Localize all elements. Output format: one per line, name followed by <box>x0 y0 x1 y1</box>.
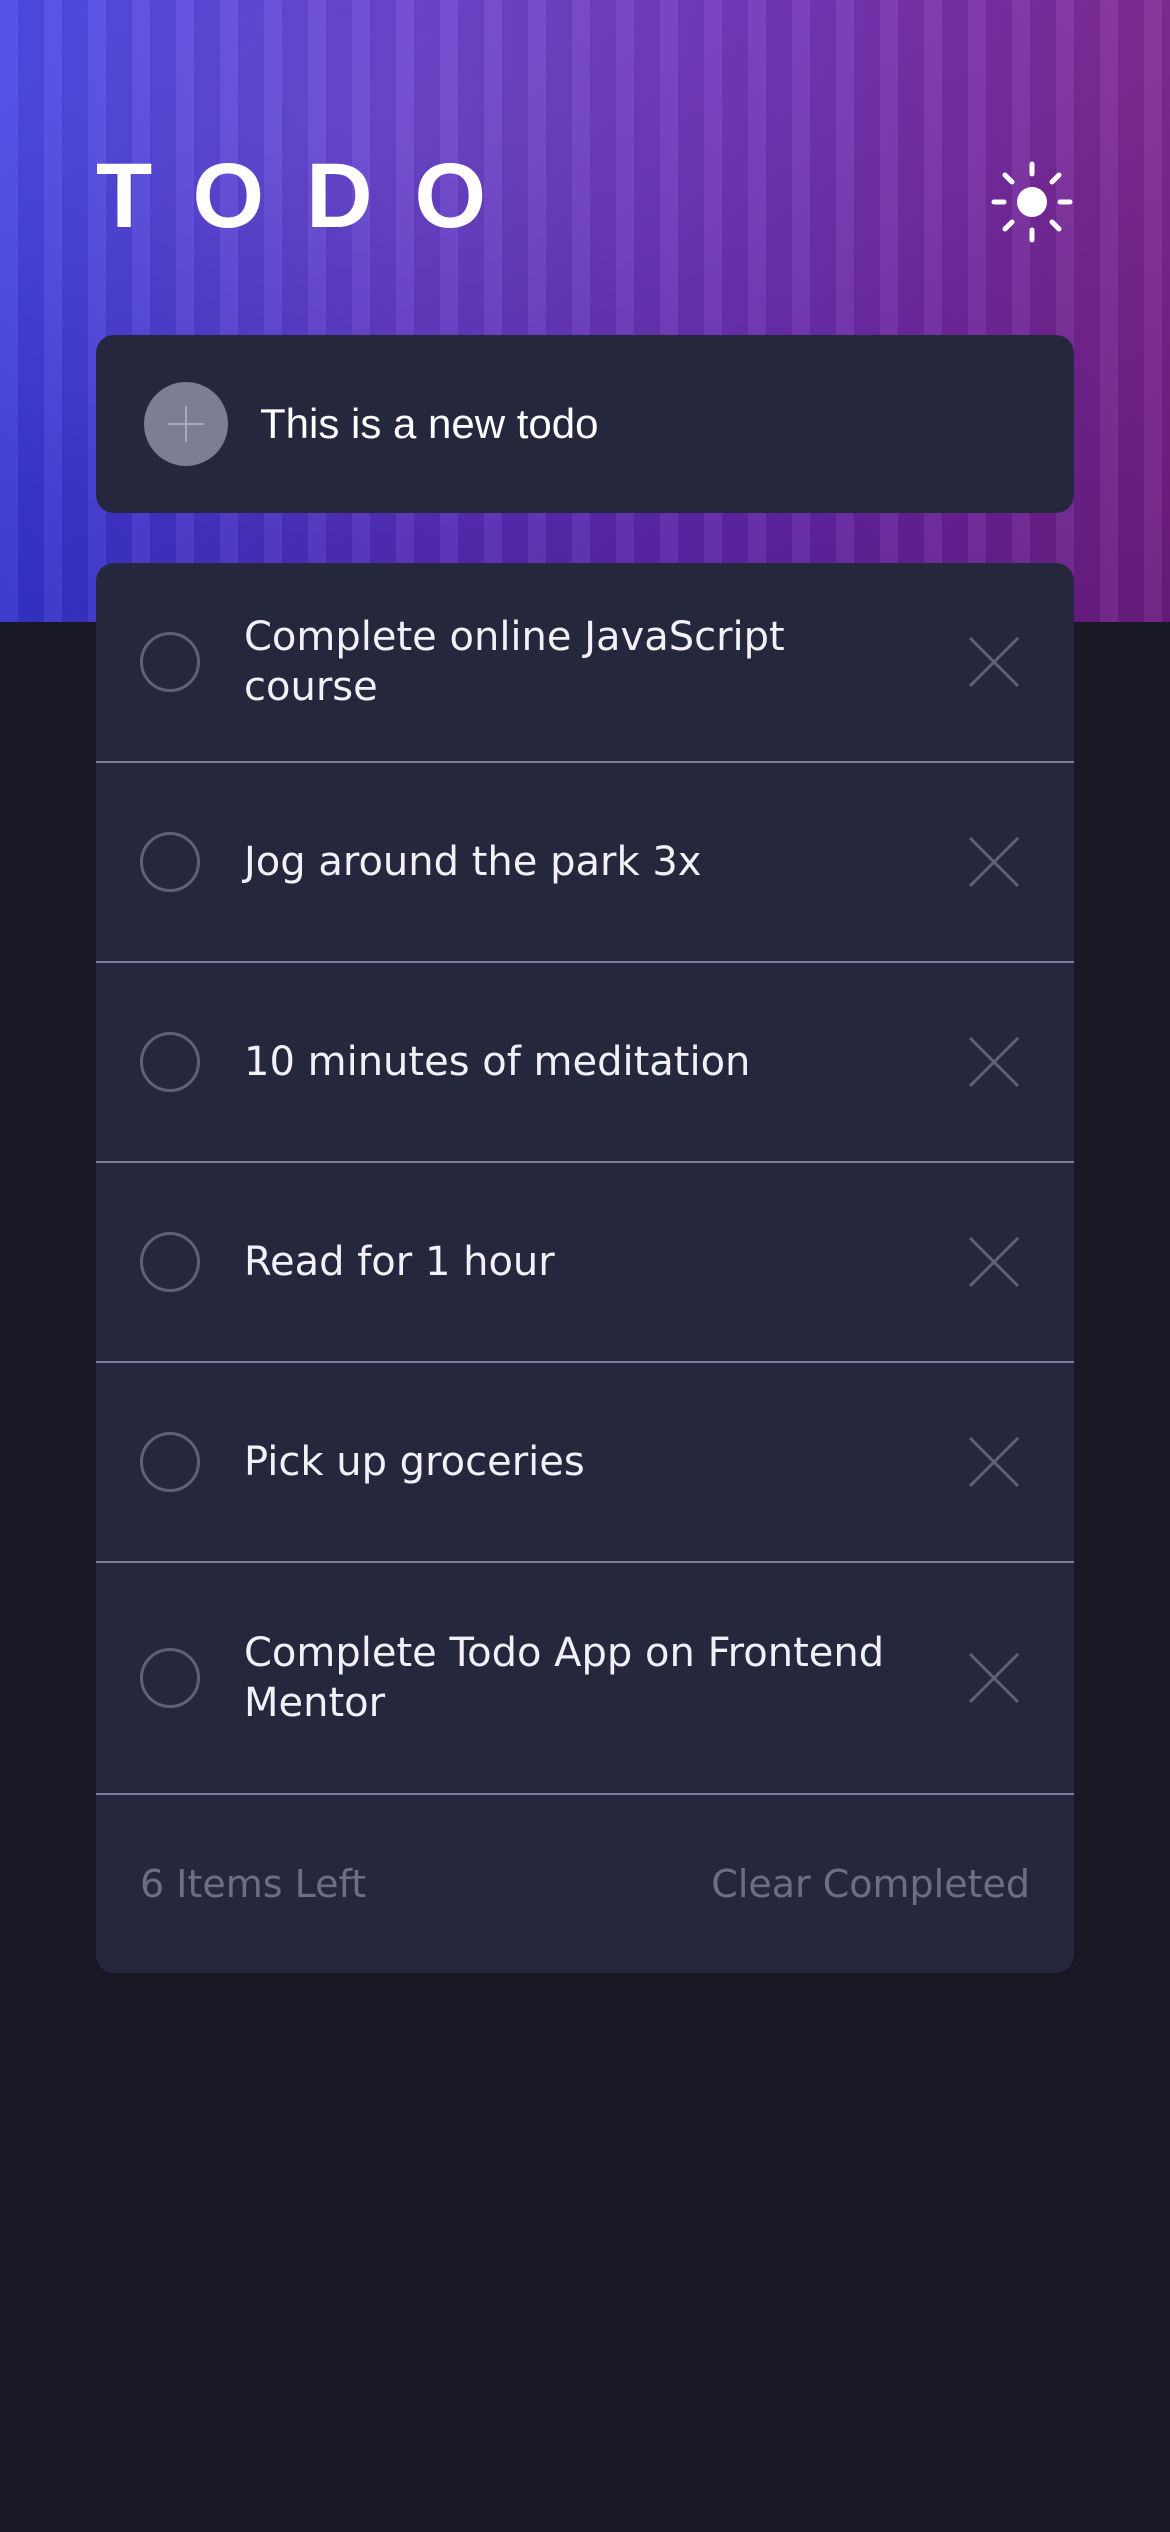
todo-item: Pick up groceries <box>96 1363 1074 1563</box>
todo-text: Pick up groceries <box>244 1439 585 1485</box>
todo-checkbox[interactable] <box>140 1432 200 1492</box>
close-icon <box>968 1652 1020 1704</box>
delete-todo-button[interactable] <box>966 1034 1022 1090</box>
new-todo-bar <box>96 335 1074 513</box>
delete-todo-button[interactable] <box>966 1434 1022 1490</box>
todo-item: Complete Todo App on Frontend Mentor <box>96 1563 1074 1795</box>
delete-todo-button[interactable] <box>966 1650 1022 1706</box>
close-icon <box>968 1036 1020 1088</box>
app-title: TODO <box>96 145 529 247</box>
sun-icon <box>991 161 1073 243</box>
todo-checkbox[interactable] <box>140 1032 200 1092</box>
todo-item: 10 minutes of meditation <box>96 963 1074 1163</box>
delete-todo-button[interactable] <box>966 834 1022 890</box>
add-todo-button[interactable] <box>144 382 228 466</box>
close-icon <box>968 836 1020 888</box>
todo-checkbox[interactable] <box>140 1232 200 1292</box>
close-icon <box>968 1436 1020 1488</box>
todo-text: 10 minutes of meditation <box>244 1039 751 1085</box>
new-todo-input[interactable] <box>260 400 1020 448</box>
close-icon <box>968 636 1020 688</box>
close-icon <box>968 1236 1020 1288</box>
list-footer: 6 Items Left Clear Completed <box>96 1795 1074 1973</box>
todo-checkbox[interactable] <box>140 832 200 892</box>
todo-text: Complete Todo App on Frontend Mentor <box>244 1630 885 1726</box>
todo-text: Jog around the park 3x <box>244 839 702 885</box>
todo-list: Complete online JavaScript course Jog ar… <box>96 563 1074 1973</box>
todo-checkbox[interactable] <box>140 1648 200 1708</box>
todo-item: Jog around the park 3x <box>96 763 1074 963</box>
todo-checkbox[interactable] <box>140 632 200 692</box>
clear-completed-button[interactable]: Clear Completed <box>711 1862 1030 1906</box>
delete-todo-button[interactable] <box>966 634 1022 690</box>
items-left-count: 6 Items Left <box>140 1862 367 1906</box>
plus-icon <box>168 406 204 442</box>
todo-item: Complete online JavaScript course <box>96 563 1074 763</box>
delete-todo-button[interactable] <box>966 1234 1022 1290</box>
todo-text: Complete online JavaScript course <box>244 614 785 710</box>
theme-toggle-button[interactable] <box>990 160 1074 244</box>
todo-text: Read for 1 hour <box>244 1239 555 1285</box>
header-background <box>0 0 1170 622</box>
todo-item: Read for 1 hour <box>96 1163 1074 1363</box>
